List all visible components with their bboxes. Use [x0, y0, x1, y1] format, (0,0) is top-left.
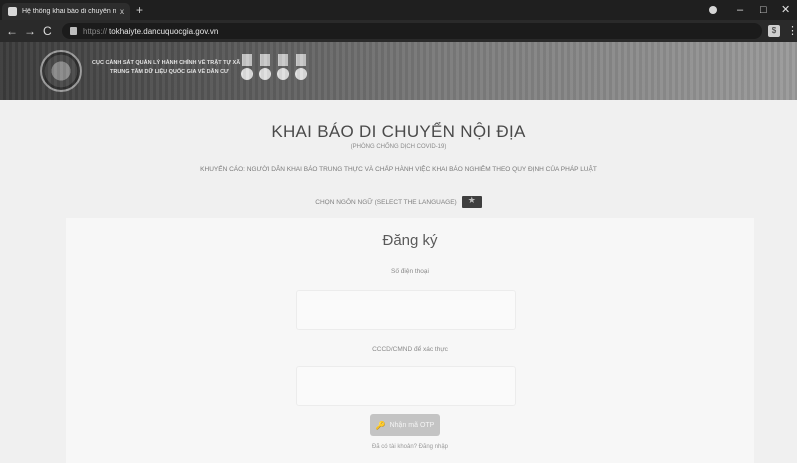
- forward-button[interactable]: →: [24, 23, 36, 39]
- url-text: tokhaiyte.dancuquocgia.gov.vn: [109, 26, 219, 36]
- login-link[interactable]: Đã có tài khoản? Đăng nhập: [66, 444, 754, 450]
- page-title: KHAI BÁO DI CHUYỂN NỘI ĐỊA: [271, 122, 526, 141]
- medal-icon: [259, 54, 271, 86]
- warning-text: KHUYẾN CÁO: NGƯỜI DÂN KHAI BÁO TRUNG THỰ…: [200, 166, 597, 173]
- site-favicon-icon: [8, 7, 17, 16]
- language-selector: CHỌN NGÔN NGỮ (SELECT THE LANGUAGE): [0, 195, 797, 208]
- extension-button[interactable]: $: [768, 25, 780, 37]
- vietnam-flag-icon[interactable]: [461, 195, 482, 208]
- key-icon: 🔑: [375, 420, 386, 430]
- browser-tab[interactable]: Hệ thống khai báo di chuyển nộ... x: [2, 3, 130, 20]
- banner-center-name: TRUNG TÂM DỮ LIỆU QUỐC GIA VỀ DÂN CƯ: [110, 69, 229, 75]
- lock-icon: [70, 27, 77, 35]
- page-subtitle: (PHÒNG CHỐNG DỊCH COVID-19): [350, 144, 447, 150]
- medal-icon: [295, 54, 307, 86]
- site-banner: CỤC CẢNH SÁT QUẢN LÝ HÀNH CHÍNH VỀ TRẬT …: [0, 42, 797, 100]
- medal-icon: [277, 54, 289, 86]
- police-emblem-logo: [40, 50, 82, 92]
- reload-button[interactable]: C: [43, 23, 52, 39]
- browser-menu-icon[interactable]: ⋮: [787, 24, 797, 38]
- url-prefix: https://: [83, 26, 108, 36]
- tab-title: Hệ thống khai báo di chuyển nộ...: [22, 8, 116, 15]
- browser-tab-bar: Hệ thống khai báo di chuyển nộ... x + – …: [0, 0, 797, 20]
- new-tab-button[interactable]: +: [136, 3, 143, 17]
- phone-label: Số điện thoại: [391, 268, 429, 275]
- page-content: KHAI BÁO DI CHUYỂN NỘI ĐỊA (PHÒNG CHỐNG …: [0, 100, 797, 463]
- tab-close-icon[interactable]: x: [120, 7, 124, 16]
- id-label: CCCD/CMND để xác thực: [372, 346, 448, 353]
- phone-input[interactable]: [296, 290, 516, 330]
- minimize-button[interactable]: –: [737, 3, 743, 17]
- get-otp-button[interactable]: 🔑 Nhận mã OTP: [370, 414, 440, 436]
- register-card: Đăng ký Số điện thoại CCCD/CMND để xác t…: [66, 218, 754, 463]
- browser-toolbar: ← → C https:// tokhaiyte.dancuquocgia.go…: [0, 20, 797, 42]
- get-otp-label: Nhận mã OTP: [389, 421, 435, 429]
- language-label: CHỌN NGÔN NGỮ (SELECT THE LANGUAGE): [315, 198, 457, 206]
- id-input[interactable]: [296, 366, 516, 406]
- register-title: Đăng ký: [382, 232, 438, 249]
- address-bar[interactable]: https:// tokhaiyte.dancuquocgia.gov.vn: [62, 23, 762, 39]
- medal-icon: [241, 54, 253, 86]
- back-button[interactable]: ←: [6, 23, 18, 39]
- maximize-button[interactable]: □: [760, 3, 767, 17]
- close-window-button[interactable]: ✕: [781, 3, 790, 17]
- profile-icon[interactable]: [709, 6, 717, 14]
- banner-agency-name: CỤC CẢNH SÁT QUẢN LÝ HÀNH CHÍNH VỀ TRẬT …: [92, 60, 252, 66]
